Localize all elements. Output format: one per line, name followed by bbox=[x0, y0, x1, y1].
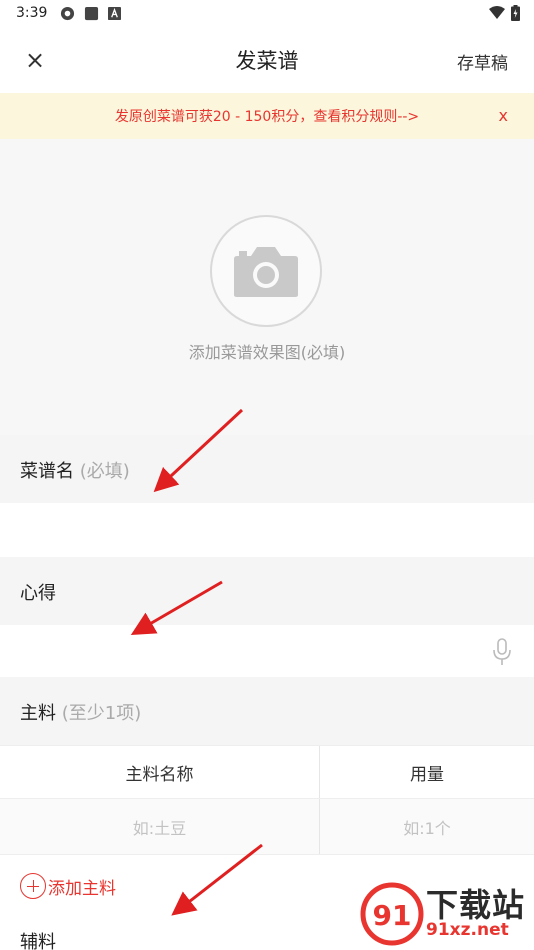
tips-section: 心得 bbox=[0, 557, 534, 625]
watermark-mark-text: 91 bbox=[373, 899, 412, 932]
aux-ingredients-label: 辅料 bbox=[20, 932, 56, 950]
add-main-ingredient-label: 添加主料 bbox=[48, 878, 116, 899]
save-draft-button[interactable]: 存草稿 bbox=[457, 49, 508, 74]
app-square-icon bbox=[84, 6, 99, 21]
main-ingredients-hint: (至少1项) bbox=[61, 703, 142, 724]
recipe-name-input[interactable] bbox=[0, 503, 534, 557]
add-photo-button[interactable] bbox=[210, 215, 322, 327]
ingredient-name-placeholder: 如:土豆 bbox=[132, 818, 187, 838]
add-main-ingredient-button[interactable]: 添加主料 bbox=[20, 873, 116, 899]
photo-upload-area[interactable]: 添加菜谱效果图(必填) bbox=[0, 139, 534, 435]
recipe-name-label-text: 菜谱名 bbox=[20, 461, 74, 482]
watermark-url: 91xz.net bbox=[426, 920, 509, 940]
main-ingredients-label-text: 主料 bbox=[20, 703, 56, 724]
wifi-icon bbox=[489, 6, 505, 19]
battery-icon bbox=[511, 5, 520, 21]
page-title: 发菜谱 bbox=[235, 49, 299, 73]
recipe-name-label: 菜谱名 (必填) bbox=[20, 457, 130, 483]
status-right bbox=[489, 5, 520, 21]
points-banner[interactable]: 发原创菜谱可获20 - 150积分，查看积分规则--> x bbox=[0, 93, 534, 139]
tips-label: 心得 bbox=[20, 583, 56, 604]
camera-icon bbox=[234, 247, 298, 297]
watermark-mark: 91 bbox=[360, 882, 424, 946]
watermark-logo: 91 下载站 91xz.net bbox=[360, 878, 530, 948]
ingredient-name-column: 主料名称 bbox=[0, 746, 320, 798]
photo-label: 添加菜谱效果图(必填) bbox=[188, 343, 346, 362]
title-bar: × 发菜谱 存草稿 bbox=[0, 28, 534, 92]
sync-icon bbox=[60, 6, 75, 21]
tips-input[interactable] bbox=[0, 625, 534, 677]
microphone-icon[interactable] bbox=[492, 638, 512, 666]
ingredient-qty-header: 用量 bbox=[410, 764, 444, 785]
ingredient-table-header: 主料名称 用量 bbox=[0, 745, 534, 799]
font-a-icon bbox=[108, 7, 121, 20]
ingredient-qty-column: 用量 bbox=[320, 746, 534, 798]
ingredient-qty-placeholder: 如:1个 bbox=[403, 818, 451, 838]
ingredient-name-input[interactable]: 如:土豆 bbox=[0, 799, 320, 854]
status-bar: 3:39 bbox=[0, 0, 534, 28]
status-time: 3:39 bbox=[16, 5, 48, 21]
main-ingredients-section: 主料 (至少1项) bbox=[0, 677, 534, 745]
recipe-name-hint: (必填) bbox=[79, 461, 130, 482]
banner-text[interactable]: 发原创菜谱可获20 - 150积分，查看积分规则--> bbox=[0, 106, 534, 126]
banner-close-button[interactable]: x bbox=[499, 106, 508, 125]
ingredient-name-header: 主料名称 bbox=[125, 764, 194, 785]
ingredient-qty-input[interactable]: 如:1个 bbox=[320, 799, 534, 854]
plus-circle-icon bbox=[20, 873, 46, 899]
main-ingredients-label: 主料 (至少1项) bbox=[20, 699, 141, 725]
table-row: 如:土豆 如:1个 bbox=[0, 799, 534, 855]
recipe-name-section: 菜谱名 (必填) bbox=[0, 435, 534, 503]
